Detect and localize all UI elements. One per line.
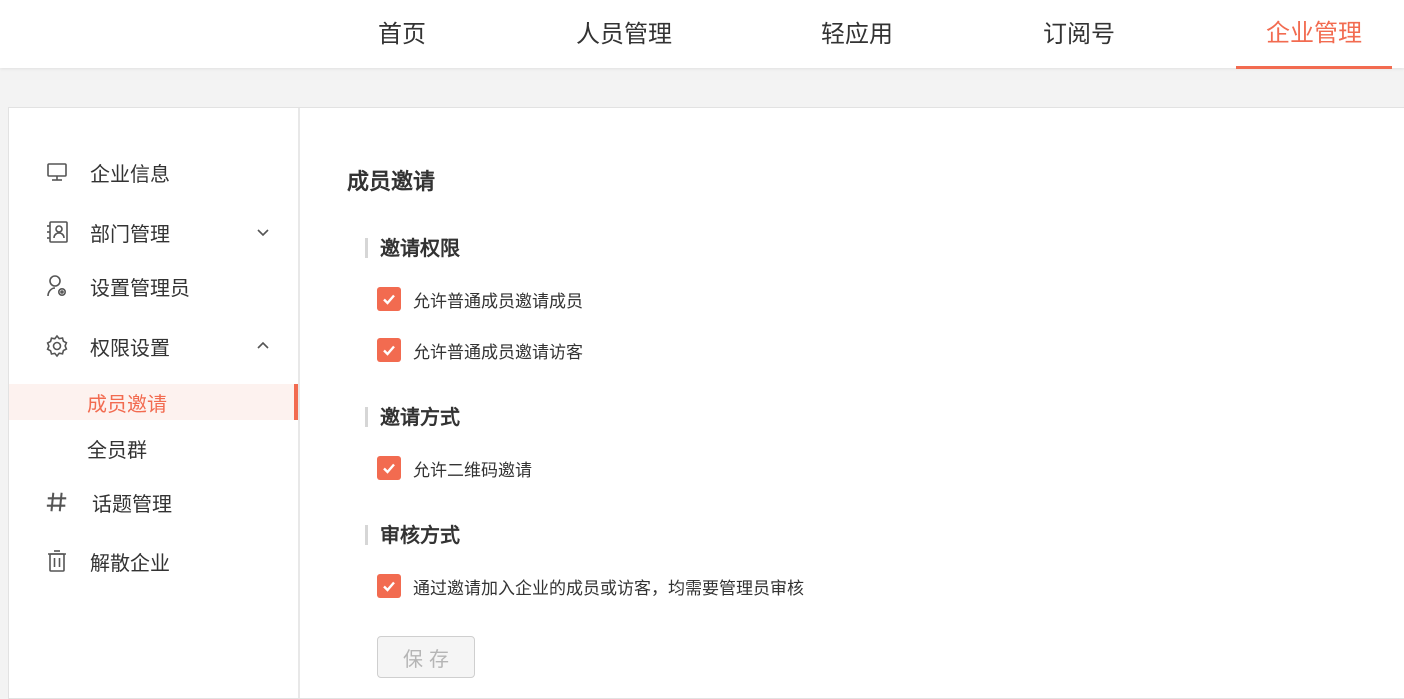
section-title-review-method: 审核方式: [365, 525, 460, 545]
admin-user-icon: [45, 274, 69, 298]
sidebar-item-label: 权限设置: [90, 335, 170, 360]
sidebar: 企业信息 部门管理 设置管理员 权限设置 成员邀请 全员群 话题管理 解散企业: [9, 108, 300, 698]
gear-icon: [45, 334, 69, 358]
nav-people-management[interactable]: 人员管理: [564, 0, 684, 68]
sidebar-item-label: 解散企业: [90, 550, 170, 575]
sidebar-subitem-label: 全员群: [87, 437, 147, 462]
sidebar-item-label: 设置管理员: [90, 275, 190, 300]
trash-icon: [45, 549, 69, 573]
contact-card-icon: [45, 220, 69, 244]
main-panel: 企业信息 部门管理 设置管理员 权限设置 成员邀请 全员群 话题管理 解散企业 …: [8, 107, 1404, 699]
sidebar-item-enterprise-info[interactable]: 企业信息: [9, 152, 298, 192]
sidebar-item-dissolve-enterprise[interactable]: 解散企业: [9, 541, 298, 581]
hash-icon: [45, 490, 69, 514]
sidebar-item-topic-management[interactable]: 话题管理: [9, 482, 298, 522]
section-title-invite-permission: 邀请权限: [365, 238, 460, 258]
nav-light-apps[interactable]: 轻应用: [807, 0, 907, 68]
sidebar-item-label: 部门管理: [90, 221, 170, 246]
checkbox-checked[interactable]: [377, 456, 401, 480]
sidebar-subitem-member-invite[interactable]: 成员邀请: [9, 384, 298, 420]
checkbox-row-allow-qrcode-invite[interactable]: 允许二维码邀请: [377, 455, 532, 481]
checkbox-checked[interactable]: [377, 338, 401, 362]
checkbox-label: 允许普通成员邀请访客: [413, 342, 583, 363]
checkbox-checked[interactable]: [377, 574, 401, 598]
page-title: 成员邀请: [347, 170, 436, 195]
chevron-up-icon[interactable]: [255, 338, 271, 354]
checkbox-label: 通过邀请加入企业的成员或访客，均需要管理员审核: [413, 578, 804, 599]
chevron-down-icon[interactable]: [255, 224, 271, 240]
section-title-invite-method: 邀请方式: [365, 407, 460, 427]
checkbox-label: 允许二维码邀请: [413, 460, 532, 481]
content-area: 成员邀请 邀请权限 允许普通成员邀请成员 允许普通成员邀请访客 邀请方式 允许二…: [347, 108, 1404, 698]
nav-subscriptions[interactable]: 订阅号: [1029, 0, 1129, 68]
sidebar-item-department-management[interactable]: 部门管理: [9, 212, 298, 252]
save-button[interactable]: 保存: [377, 636, 475, 678]
nav-enterprise-management[interactable]: 企业管理: [1236, 0, 1392, 69]
sidebar-subitem-label: 成员邀请: [87, 391, 167, 416]
checkbox-row-require-admin-review[interactable]: 通过邀请加入企业的成员或访客，均需要管理员审核: [377, 573, 804, 599]
monitor-icon: [45, 160, 69, 184]
checkbox-row-allow-invite-visitors[interactable]: 允许普通成员邀请访客: [377, 337, 583, 363]
sidebar-item-label: 话题管理: [92, 491, 172, 516]
sidebar-item-set-admin[interactable]: 设置管理员: [9, 266, 298, 306]
sidebar-subitem-all-member-group[interactable]: 全员群: [9, 430, 298, 466]
top-navigation: 首页 人员管理 轻应用 订阅号 企业管理: [0, 0, 1404, 69]
checkbox-row-allow-invite-members[interactable]: 允许普通成员邀请成员: [377, 286, 583, 312]
sidebar-item-label: 企业信息: [90, 161, 170, 186]
checkbox-checked[interactable]: [377, 287, 401, 311]
checkbox-label: 允许普通成员邀请成员: [413, 291, 583, 312]
nav-home[interactable]: 首页: [362, 0, 442, 68]
sidebar-item-permission-settings[interactable]: 权限设置: [9, 326, 298, 366]
